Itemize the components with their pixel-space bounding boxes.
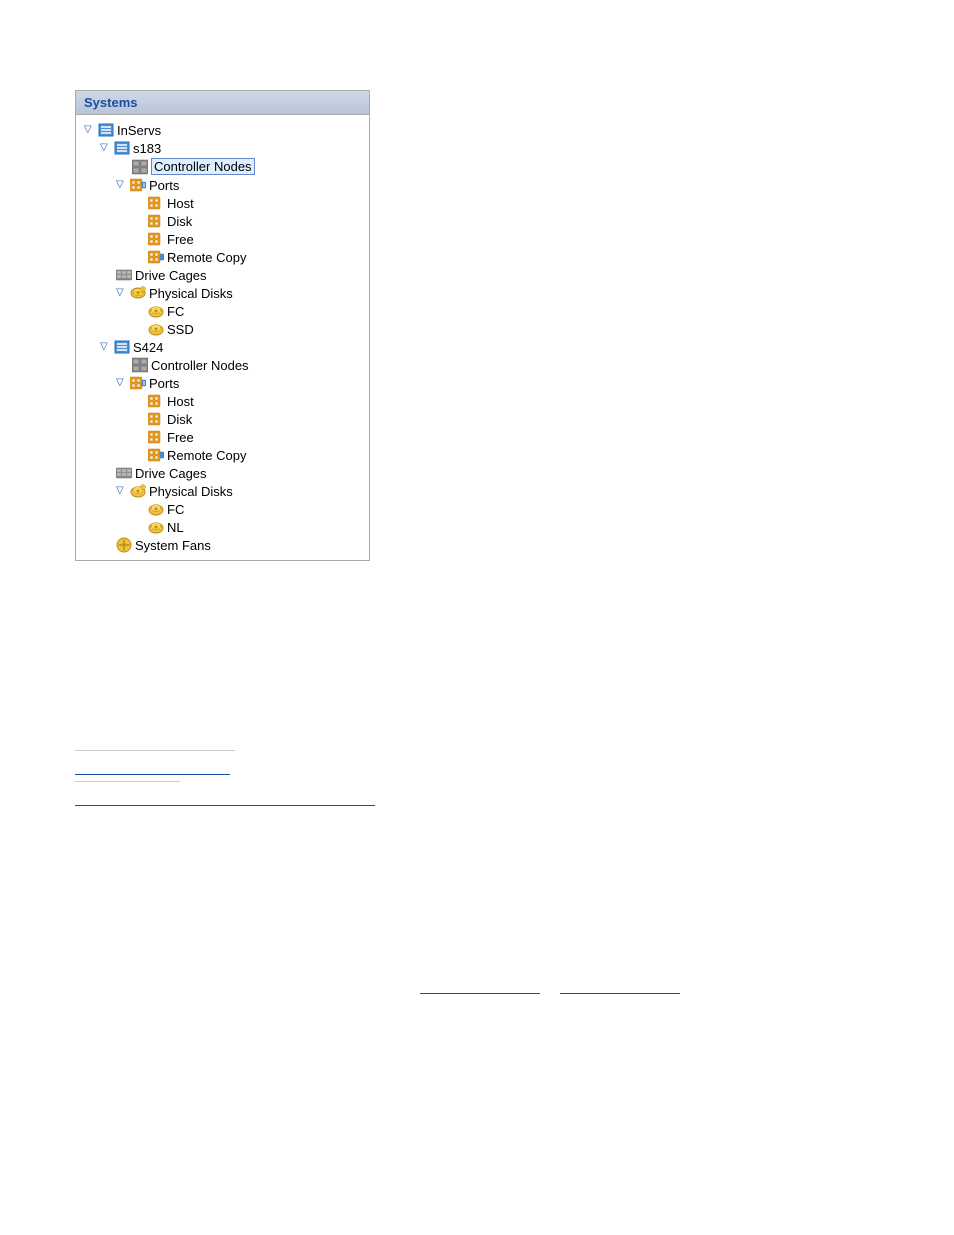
host-icon-s183 — [148, 195, 164, 211]
physical-disks-icon-s424 — [130, 483, 146, 499]
s424-disk-label: Disk — [167, 412, 192, 427]
s424-rc-label: Remote Copy — [167, 448, 246, 463]
s424-pd-label: Physical Disks — [149, 484, 233, 499]
s424-fc-label: FC — [167, 502, 184, 517]
separator-1 — [75, 750, 235, 751]
physical-disks-icon-s183 — [130, 285, 146, 301]
s424-fans-label: System Fans — [135, 538, 211, 553]
fc-icon-s183 — [148, 303, 164, 319]
s424-ports-label: Ports — [149, 376, 179, 391]
s424-free-label: Free — [167, 430, 194, 445]
tree-item-s183-host[interactable]: Host — [80, 194, 365, 212]
bottom-links-area — [75, 730, 375, 812]
tree-item-s424-nl[interactable]: NL — [80, 518, 365, 536]
tree-item-s183-ports[interactable]: Ports — [80, 176, 365, 194]
s424-drive-cages-label: Drive Cages — [135, 466, 207, 481]
tree-item-s183-ssd[interactable]: SSD — [80, 320, 365, 338]
s424-host-label: Host — [167, 394, 194, 409]
s183-ssd-label: SSD — [167, 322, 194, 337]
arrow-s424-pd[interactable] — [116, 485, 128, 497]
panel-title-text: Systems — [84, 95, 137, 110]
rc-icon-s424 — [148, 447, 164, 463]
s183-free-label: Free — [167, 232, 194, 247]
bottom-link-2[interactable] — [75, 792, 375, 806]
tree-item-s424-ports[interactable]: Ports — [80, 374, 365, 392]
tree-item-s183-pd[interactable]: Physical Disks — [80, 284, 365, 302]
systems-panel: Systems InServs s183 — [75, 90, 370, 561]
tree-item-s183-drive-cages[interactable]: Drive Cages — [80, 266, 365, 284]
s183-host-label: Host — [167, 196, 194, 211]
tree-item-s424-fans[interactable]: System Fans — [80, 536, 365, 554]
tree-item-s424-host[interactable]: Host — [80, 392, 365, 410]
controller-icon-s424 — [132, 357, 148, 373]
tree-item-s183-free[interactable]: Free — [80, 230, 365, 248]
bottom-link-right[interactable] — [560, 980, 680, 994]
system-fans-icon — [116, 537, 132, 553]
disk-port-icon-s424 — [148, 411, 164, 427]
s183-fc-label: FC — [167, 304, 184, 319]
arrow-inserv[interactable] — [84, 124, 96, 136]
inserv-label: InServs — [117, 123, 161, 138]
tree-item-inserv[interactable]: InServs — [80, 121, 365, 139]
arrow-s424-ports[interactable] — [116, 377, 128, 389]
s424-controller-label: Controller Nodes — [151, 358, 249, 373]
tree-view: InServs s183 Controller Nodes — [76, 115, 369, 560]
tree-item-s183-controller[interactable]: Controller Nodes — [80, 157, 365, 176]
arrow-s183[interactable] — [100, 142, 112, 154]
disk-port-icon-s183 — [148, 213, 164, 229]
tree-item-s183-rc[interactable]: Remote Copy — [80, 248, 365, 266]
s183-controller-label: Controller Nodes — [151, 158, 255, 175]
tree-item-s424-disk[interactable]: Disk — [80, 410, 365, 428]
s183-ports-label: Ports — [149, 178, 179, 193]
tree-item-s424-rc[interactable]: Remote Copy — [80, 446, 365, 464]
server-icon-s183 — [114, 140, 130, 156]
s183-drive-cages-label: Drive Cages — [135, 268, 207, 283]
ssd-icon-s183 — [148, 321, 164, 337]
tree-item-s183-disk[interactable]: Disk — [80, 212, 365, 230]
tree-item-s424-free[interactable]: Free — [80, 428, 365, 446]
tree-item-s424[interactable]: S424 — [80, 338, 365, 356]
tree-item-s424-controller[interactable]: Controller Nodes — [80, 356, 365, 374]
rc-icon-s183 — [148, 249, 164, 265]
ports-icon-s424 — [130, 375, 146, 391]
separator-2 — [75, 781, 180, 782]
s424-label: S424 — [133, 340, 163, 355]
s183-rc-label: Remote Copy — [167, 250, 246, 265]
tree-item-s424-drive-cages[interactable]: Drive Cages — [80, 464, 365, 482]
tree-item-s183[interactable]: s183 — [80, 139, 365, 157]
ports-icon-s183 — [130, 177, 146, 193]
server-icon — [98, 122, 114, 138]
drive-cages-icon-s424 — [116, 465, 132, 481]
free-icon-s424 — [148, 429, 164, 445]
arrow-s424[interactable] — [100, 341, 112, 353]
s183-disk-label: Disk — [167, 214, 192, 229]
server-icon-s424 — [114, 339, 130, 355]
nl-icon-s424 — [148, 519, 164, 535]
controller-icon-s183 — [132, 159, 148, 175]
s183-label: s183 — [133, 141, 161, 156]
fc-icon-s424 — [148, 501, 164, 517]
arrow-s183-pd[interactable] — [116, 287, 128, 299]
tree-item-s424-pd[interactable]: Physical Disks — [80, 482, 365, 500]
drive-cages-icon-s183 — [116, 267, 132, 283]
tree-item-s424-fc[interactable]: FC — [80, 500, 365, 518]
s424-nl-label: NL — [167, 520, 184, 535]
arrow-s183-ports[interactable] — [116, 179, 128, 191]
bottom-link-mid[interactable] — [420, 980, 540, 994]
bottom-link-1[interactable] — [75, 761, 230, 775]
panel-title: Systems — [76, 91, 369, 115]
free-icon-s183 — [148, 231, 164, 247]
tree-item-s183-fc[interactable]: FC — [80, 302, 365, 320]
bottom-right-links — [420, 980, 680, 997]
s183-pd-label: Physical Disks — [149, 286, 233, 301]
host-icon-s424 — [148, 393, 164, 409]
